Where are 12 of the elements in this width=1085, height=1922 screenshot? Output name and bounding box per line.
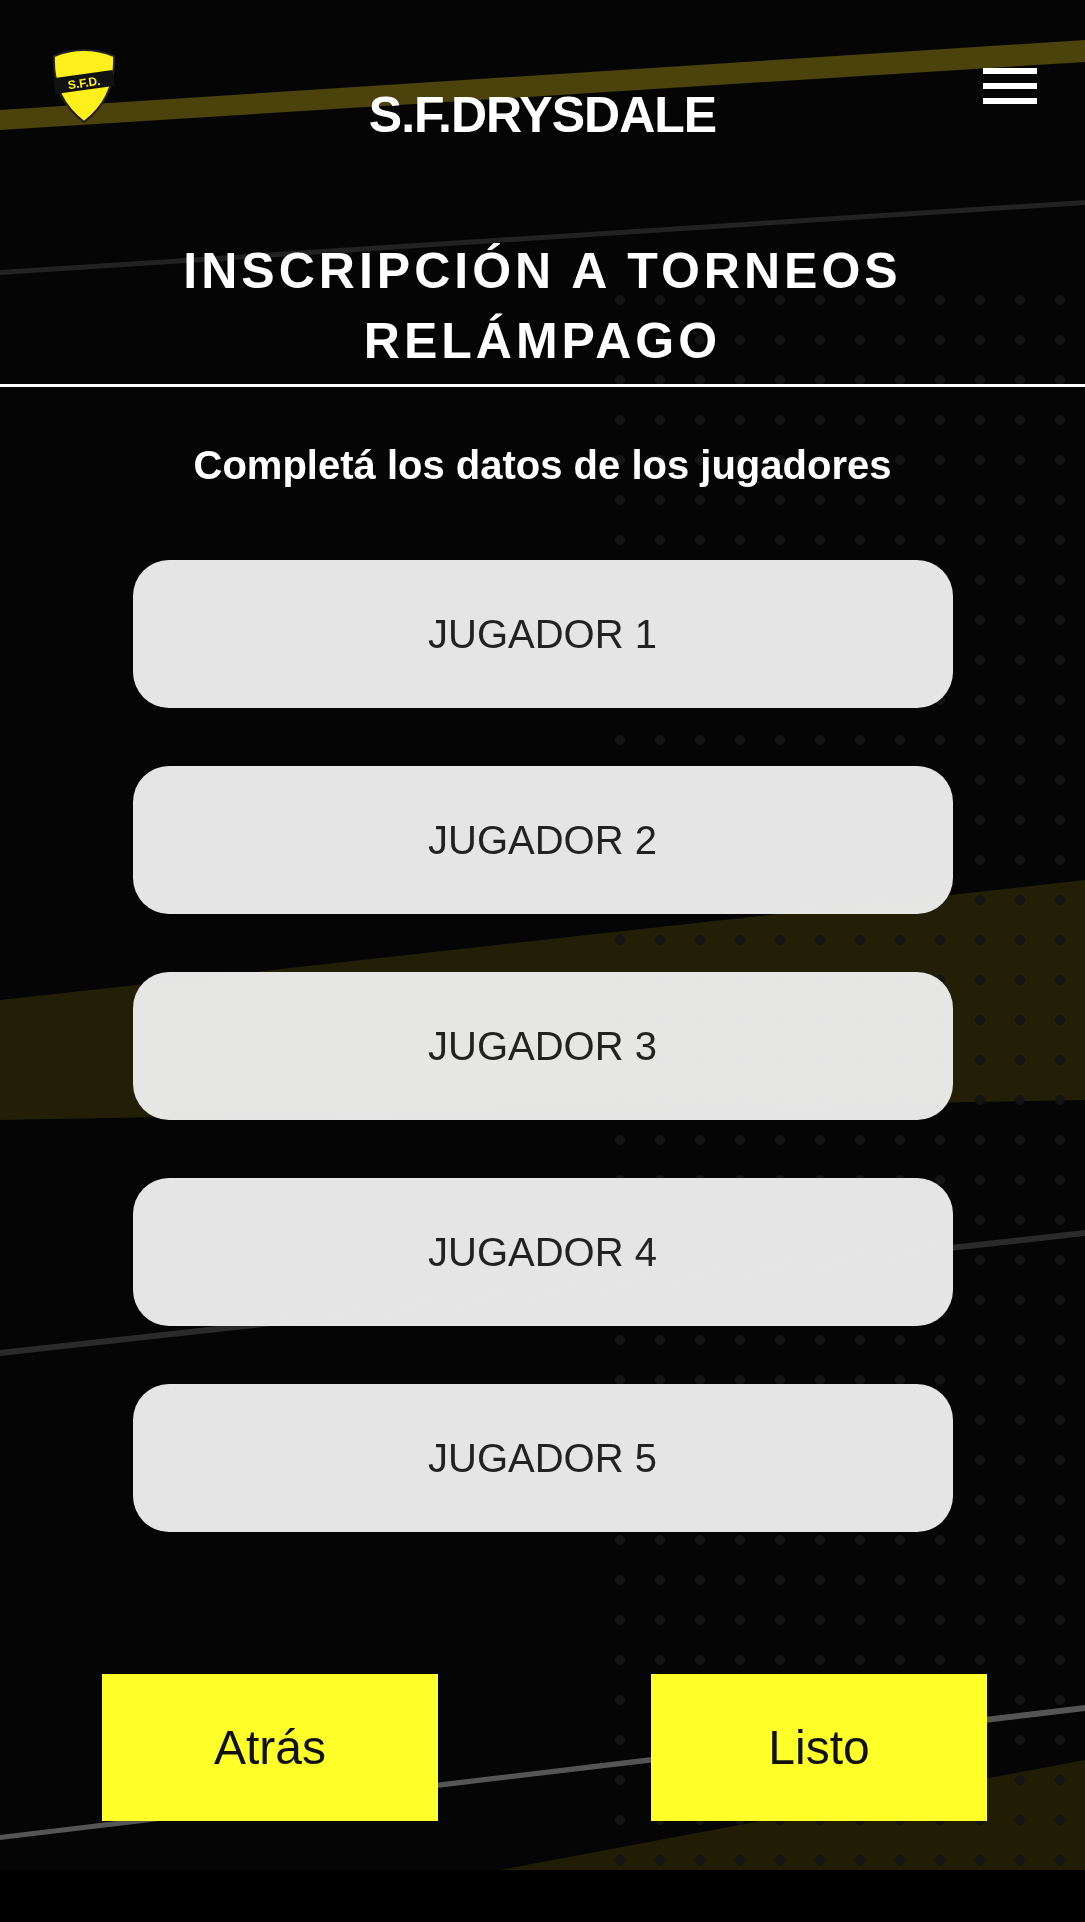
menu-icon [983, 68, 1037, 104]
subtitle: Completá los datos de los jugadores [193, 443, 892, 487]
page-title: INSCRIPCIÓN A TORNEOS RELÁMPAGO [182, 242, 903, 371]
player-button[interactable]: JUGADOR 3 [132, 972, 953, 1120]
player-button[interactable]: JUGADOR 1 [132, 560, 953, 708]
shield-logo: S.F.D. [50, 48, 118, 124]
player-button[interactable]: JUGADOR 4 [132, 1178, 953, 1326]
player-button[interactable]: JUGADOR 2 [132, 766, 953, 914]
player-button[interactable]: JUGADOR 5 [132, 1384, 953, 1532]
back-button[interactable]: Atrás [102, 1674, 438, 1821]
brand-name: S.F.DRYSDALE [368, 86, 717, 144]
done-button[interactable]: Listo [651, 1674, 987, 1821]
